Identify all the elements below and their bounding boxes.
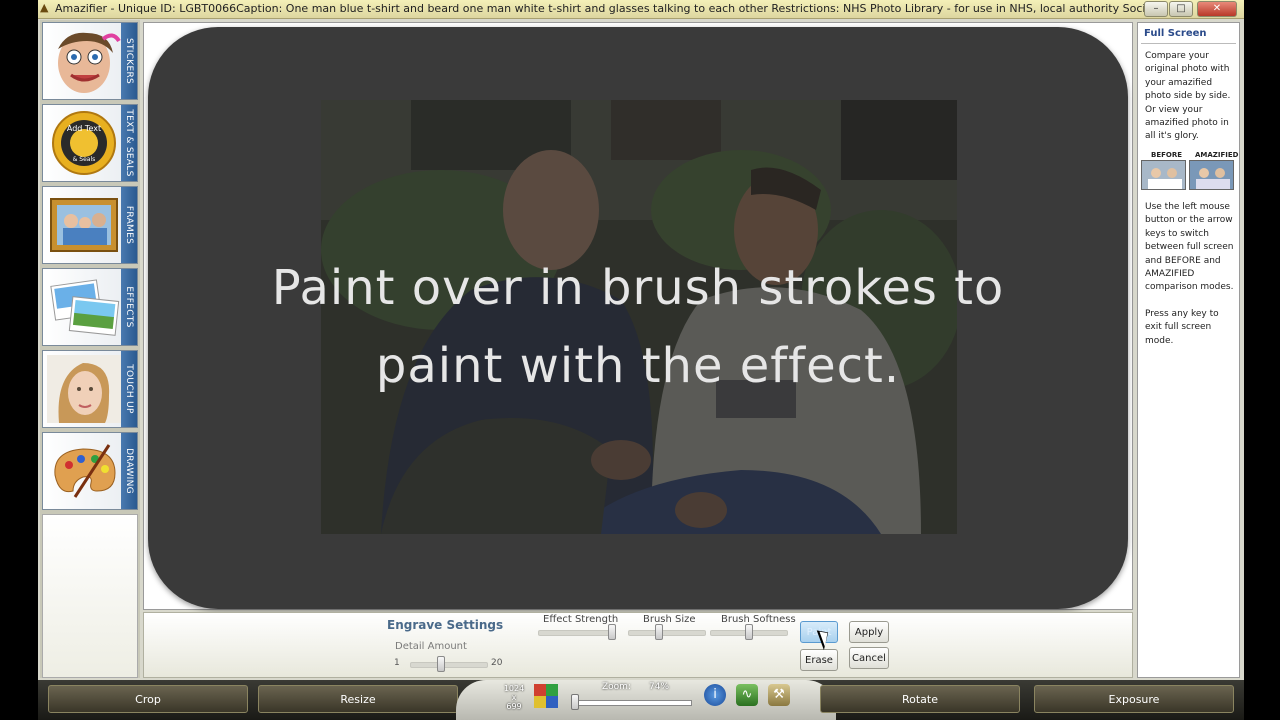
help-panel-title: Full Screen xyxy=(1144,28,1207,39)
brush-softness-thumb[interactable] xyxy=(745,624,753,640)
status-center-bar: 1024 x 699 Zoom: 74% i ∿ ⚒ xyxy=(456,680,836,720)
tool-label: TEXT & SEALS xyxy=(124,109,134,177)
tool-effects[interactable]: EFFECTS xyxy=(42,268,138,346)
brush-size-thumb[interactable] xyxy=(655,624,664,640)
erase-button[interactable]: Erase xyxy=(800,649,838,671)
tool-label: FRAMES xyxy=(124,205,134,245)
overlay-line-2: paint with the effect. xyxy=(375,338,901,394)
tool-empty-slot xyxy=(42,514,138,678)
help-text-intro: Compare your original photo with your am… xyxy=(1145,51,1231,142)
cancel-button[interactable]: Cancel xyxy=(849,647,889,669)
instruction-overlay: Paint over in brush strokes to paint wit… xyxy=(168,249,1108,405)
effect-strength-thumb[interactable] xyxy=(607,624,616,640)
brush-size-label: Brush Size xyxy=(643,614,696,625)
effects-icon xyxy=(50,279,120,336)
tool-label: EFFECTS xyxy=(124,286,134,328)
text-seals-icon: Add Text & Seals xyxy=(52,111,116,175)
seal-text-bottom: & Seals xyxy=(73,156,96,163)
crop-button[interactable]: Crop xyxy=(48,685,248,713)
effect-strength-label: Effect Strength xyxy=(543,614,619,625)
resolution-separator: x xyxy=(511,693,517,702)
settings-tools-icon[interactable]: ⚒ xyxy=(768,684,790,706)
tool-label: TOUCH UP xyxy=(124,364,134,414)
amazified-label: AMAZIFIED xyxy=(1195,151,1239,159)
title-bar: ▲ Amazifier - Unique ID: LGBT0066Caption… xyxy=(38,0,1244,19)
brush-softness-label: Brush Softness xyxy=(721,614,796,625)
full-screen-stage[interactable]: Paint over in brush strokes to paint wit… xyxy=(148,27,1128,609)
tool-sidebar: STICKERS Add Text & Seals TEXT & SEALS F… xyxy=(40,20,140,678)
detail-amount-thumb[interactable] xyxy=(437,656,446,672)
overlay-line-1: Paint over in brush strokes to xyxy=(271,260,1005,316)
tool-label: STICKERS xyxy=(124,37,134,85)
effect-strength-slider[interactable] xyxy=(538,630,616,636)
seal-text-top: Add Text xyxy=(67,124,101,133)
zoom-slider-thumb[interactable] xyxy=(571,694,579,710)
help-panel: Full Screen Compare your original photo … xyxy=(1137,22,1240,678)
histogram-icon[interactable]: ∿ xyxy=(736,684,758,706)
zoom-slider[interactable] xyxy=(574,700,692,706)
exposure-button[interactable]: Exposure xyxy=(1034,685,1234,713)
resolution-width: 1024 xyxy=(503,684,525,693)
amazifier-app-icon[interactable]: ▲ xyxy=(40,2,52,14)
amazified-thumbnail xyxy=(1189,160,1234,190)
info-icon[interactable]: i xyxy=(704,684,726,706)
resolution-height: 699 xyxy=(506,702,522,711)
tool-drawing[interactable]: DRAWING xyxy=(42,432,138,510)
drawing-palette-icon xyxy=(54,444,116,498)
stickers-icon xyxy=(58,32,121,93)
before-thumbnail xyxy=(1141,160,1186,190)
zoom-value: 74% xyxy=(649,682,670,692)
bottom-toolbar: Crop Resize 1024 x 699 Zoom: 74% i ∿ ⚒ R… xyxy=(38,680,1244,720)
resize-button[interactable]: Resize xyxy=(258,685,458,713)
window-title: Amazifier - Unique ID: LGBT0066Caption: … xyxy=(55,2,1165,15)
help-text-exit: Press any key to exit full screen mode. xyxy=(1145,309,1219,346)
engrave-settings-panel: Engrave Settings Detail Amount 1 20 Effe… xyxy=(143,612,1133,678)
resolution-readout: 1024 x 699 xyxy=(500,684,528,711)
brush-size-slider[interactable] xyxy=(628,630,706,636)
touch-up-icon xyxy=(47,355,121,423)
app-window: ▲ Amazifier - Unique ID: LGBT0066Caption… xyxy=(38,0,1244,720)
detail-amount-label: Detail Amount xyxy=(395,641,467,652)
detail-amount-slider[interactable] xyxy=(410,662,488,668)
tool-touch-up[interactable]: TOUCH UP xyxy=(42,350,138,428)
apply-button[interactable]: Apply xyxy=(849,621,889,643)
zoom-label: Zoom: xyxy=(602,682,631,692)
tool-stickers[interactable]: STICKERS xyxy=(42,22,138,100)
tool-text-seals[interactable]: Add Text & Seals TEXT & SEALS xyxy=(42,104,138,182)
settings-title: Engrave Settings xyxy=(387,618,504,632)
detail-max-label: 20 xyxy=(491,658,503,668)
help-text-switch: Use the left mouse button or the arrow k… xyxy=(1145,202,1234,293)
image-canvas[interactable]: Paint over in brush strokes to paint wit… xyxy=(143,22,1133,610)
minimize-button[interactable]: – xyxy=(1144,1,1168,17)
help-divider xyxy=(1141,43,1236,44)
before-label: BEFORE xyxy=(1151,151,1183,159)
close-button[interactable]: ✕ xyxy=(1197,1,1237,17)
frames-icon xyxy=(50,198,118,252)
rotate-button[interactable]: Rotate xyxy=(820,685,1020,713)
tool-label: DRAWING xyxy=(124,448,134,494)
maximize-button[interactable]: □ xyxy=(1169,1,1193,17)
tool-frames[interactable]: FRAMES xyxy=(42,186,138,264)
color-picker-icon[interactable] xyxy=(534,684,558,708)
detail-min-label: 1 xyxy=(394,658,400,668)
